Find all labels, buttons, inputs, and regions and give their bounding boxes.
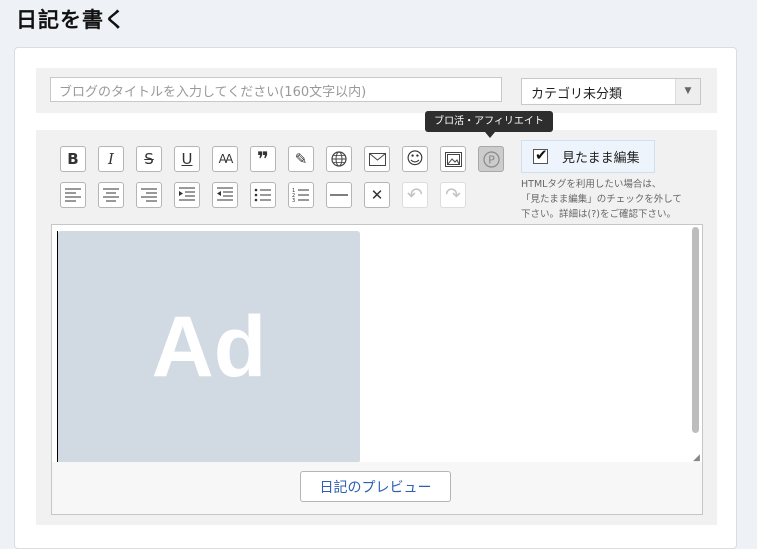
dropdown-arrow-icon[interactable]: ▼ bbox=[675, 79, 700, 104]
html-note-line-3: 下さい。詳細は(?)をご確認下さい。 bbox=[521, 209, 676, 220]
wysiwyg-checkbox[interactable]: ✔ bbox=[533, 146, 548, 164]
image-button[interactable] bbox=[440, 146, 466, 172]
strikethrough-icon: S bbox=[144, 150, 154, 168]
editor-area: ブロ活・アフィリエイト B I S U AA ❞ ✎ ☺ P 1 2 3 ✕ ↶… bbox=[36, 111, 717, 525]
globe-link-icon bbox=[331, 151, 347, 167]
outdent-icon bbox=[217, 187, 233, 201]
strikethrough-button[interactable]: S bbox=[136, 146, 162, 172]
edit-document-icon: ✎ bbox=[294, 150, 308, 168]
mail-button[interactable] bbox=[364, 146, 390, 172]
wysiwyg-toggle[interactable]: ✔ 見たまま編集 bbox=[521, 140, 655, 173]
italic-icon: I bbox=[108, 150, 114, 168]
title-row: ブログのタイトルを入力してください(160文字以内) カテゴリ未分類 ▼ bbox=[36, 68, 717, 113]
align-right-button[interactable] bbox=[136, 182, 162, 208]
undo-button[interactable]: ↶ bbox=[402, 182, 428, 208]
mail-icon bbox=[368, 152, 386, 166]
blog-title-input[interactable]: ブログのタイトルを入力してください(160文字以内) bbox=[50, 77, 502, 102]
scrollbar-thumb[interactable] bbox=[692, 227, 699, 433]
category-selected-value: カテゴリ未分類 bbox=[531, 87, 623, 102]
clear-format-icon: ✕ bbox=[370, 186, 384, 204]
checkmark-icon: ✔ bbox=[535, 146, 548, 164]
horizontal-rule-button[interactable] bbox=[326, 182, 352, 208]
text-caret bbox=[57, 231, 58, 463]
align-left-button[interactable] bbox=[60, 182, 86, 208]
affiliate-tooltip: ブロ活・アフィリエイト bbox=[425, 111, 553, 138]
numbered-list-icon: 1 2 3 bbox=[292, 188, 309, 203]
html-note-line-2: 「見たまま編集」のチェックを外して bbox=[521, 194, 682, 205]
bullet-list-icon bbox=[254, 188, 271, 202]
indent-icon bbox=[179, 187, 195, 201]
font-size-button[interactable]: AA bbox=[212, 146, 238, 172]
blockquote-icon: ❞ bbox=[257, 147, 269, 171]
diary-editor-card: ブログのタイトルを入力してください(160文字以内) カテゴリ未分類 ▼ ブロ活… bbox=[14, 47, 737, 549]
bold-button[interactable]: B bbox=[60, 146, 86, 172]
preview-area: 日記のプレビュー bbox=[51, 462, 703, 515]
editor-scrollbar[interactable] bbox=[692, 227, 700, 457]
bullet-list-button[interactable] bbox=[250, 182, 276, 208]
underline-button[interactable]: U bbox=[174, 146, 200, 172]
blog-title-placeholder: ブログのタイトルを入力してください(160文字以内) bbox=[59, 85, 367, 100]
underline-icon: U bbox=[181, 150, 193, 168]
svg-text:P: P bbox=[488, 153, 495, 166]
affiliate-p-icon: P bbox=[482, 150, 500, 168]
emoji-button[interactable]: ☺ bbox=[402, 146, 428, 172]
outdent-button[interactable] bbox=[212, 182, 238, 208]
font-size-icon: AA bbox=[218, 152, 234, 166]
align-right-icon bbox=[141, 188, 157, 202]
redo-button[interactable]: ↷ bbox=[440, 182, 466, 208]
html-note-line-1: HTMLタグを利用したい場合は、 bbox=[521, 179, 662, 190]
resize-grip-icon[interactable]: ◢ bbox=[693, 454, 701, 463]
category-select[interactable]: カテゴリ未分類 ▼ bbox=[521, 78, 701, 105]
affiliate-button[interactable]: P bbox=[478, 146, 504, 172]
svg-text:3: 3 bbox=[292, 198, 295, 203]
clear-format-button[interactable]: ✕ bbox=[364, 182, 390, 208]
insert-link-button[interactable] bbox=[326, 146, 352, 172]
wysiwyg-label: 見たまま編集 bbox=[562, 151, 640, 166]
undo-icon: ↶ bbox=[407, 184, 423, 206]
horizontal-rule-icon bbox=[330, 194, 348, 196]
numbered-list-button[interactable]: 1 2 3 bbox=[288, 182, 314, 208]
indent-button[interactable] bbox=[174, 182, 200, 208]
ad-placeholder: Ad bbox=[58, 231, 360, 463]
italic-button[interactable]: I bbox=[98, 146, 124, 172]
align-center-icon bbox=[103, 188, 119, 202]
emoji-icon: ☺ bbox=[406, 149, 424, 169]
blockquote-button[interactable]: ❞ bbox=[250, 146, 276, 172]
editor-body[interactable]: Ad ◢ bbox=[51, 224, 703, 464]
html-tag-note: HTMLタグを利用したい場合は、 「見たまま編集」のチェックを外して 下さい。詳… bbox=[521, 177, 696, 222]
image-icon bbox=[444, 151, 462, 167]
diary-preview-button[interactable]: 日記のプレビュー bbox=[300, 471, 451, 502]
align-center-button[interactable] bbox=[98, 182, 124, 208]
page-title: 日記を書く bbox=[16, 8, 126, 32]
ad-label: Ad bbox=[151, 298, 267, 395]
align-left-icon bbox=[65, 188, 81, 202]
bold-icon: B bbox=[67, 150, 79, 168]
redo-icon: ↷ bbox=[445, 184, 461, 206]
edit-document-button[interactable]: ✎ bbox=[288, 146, 314, 172]
